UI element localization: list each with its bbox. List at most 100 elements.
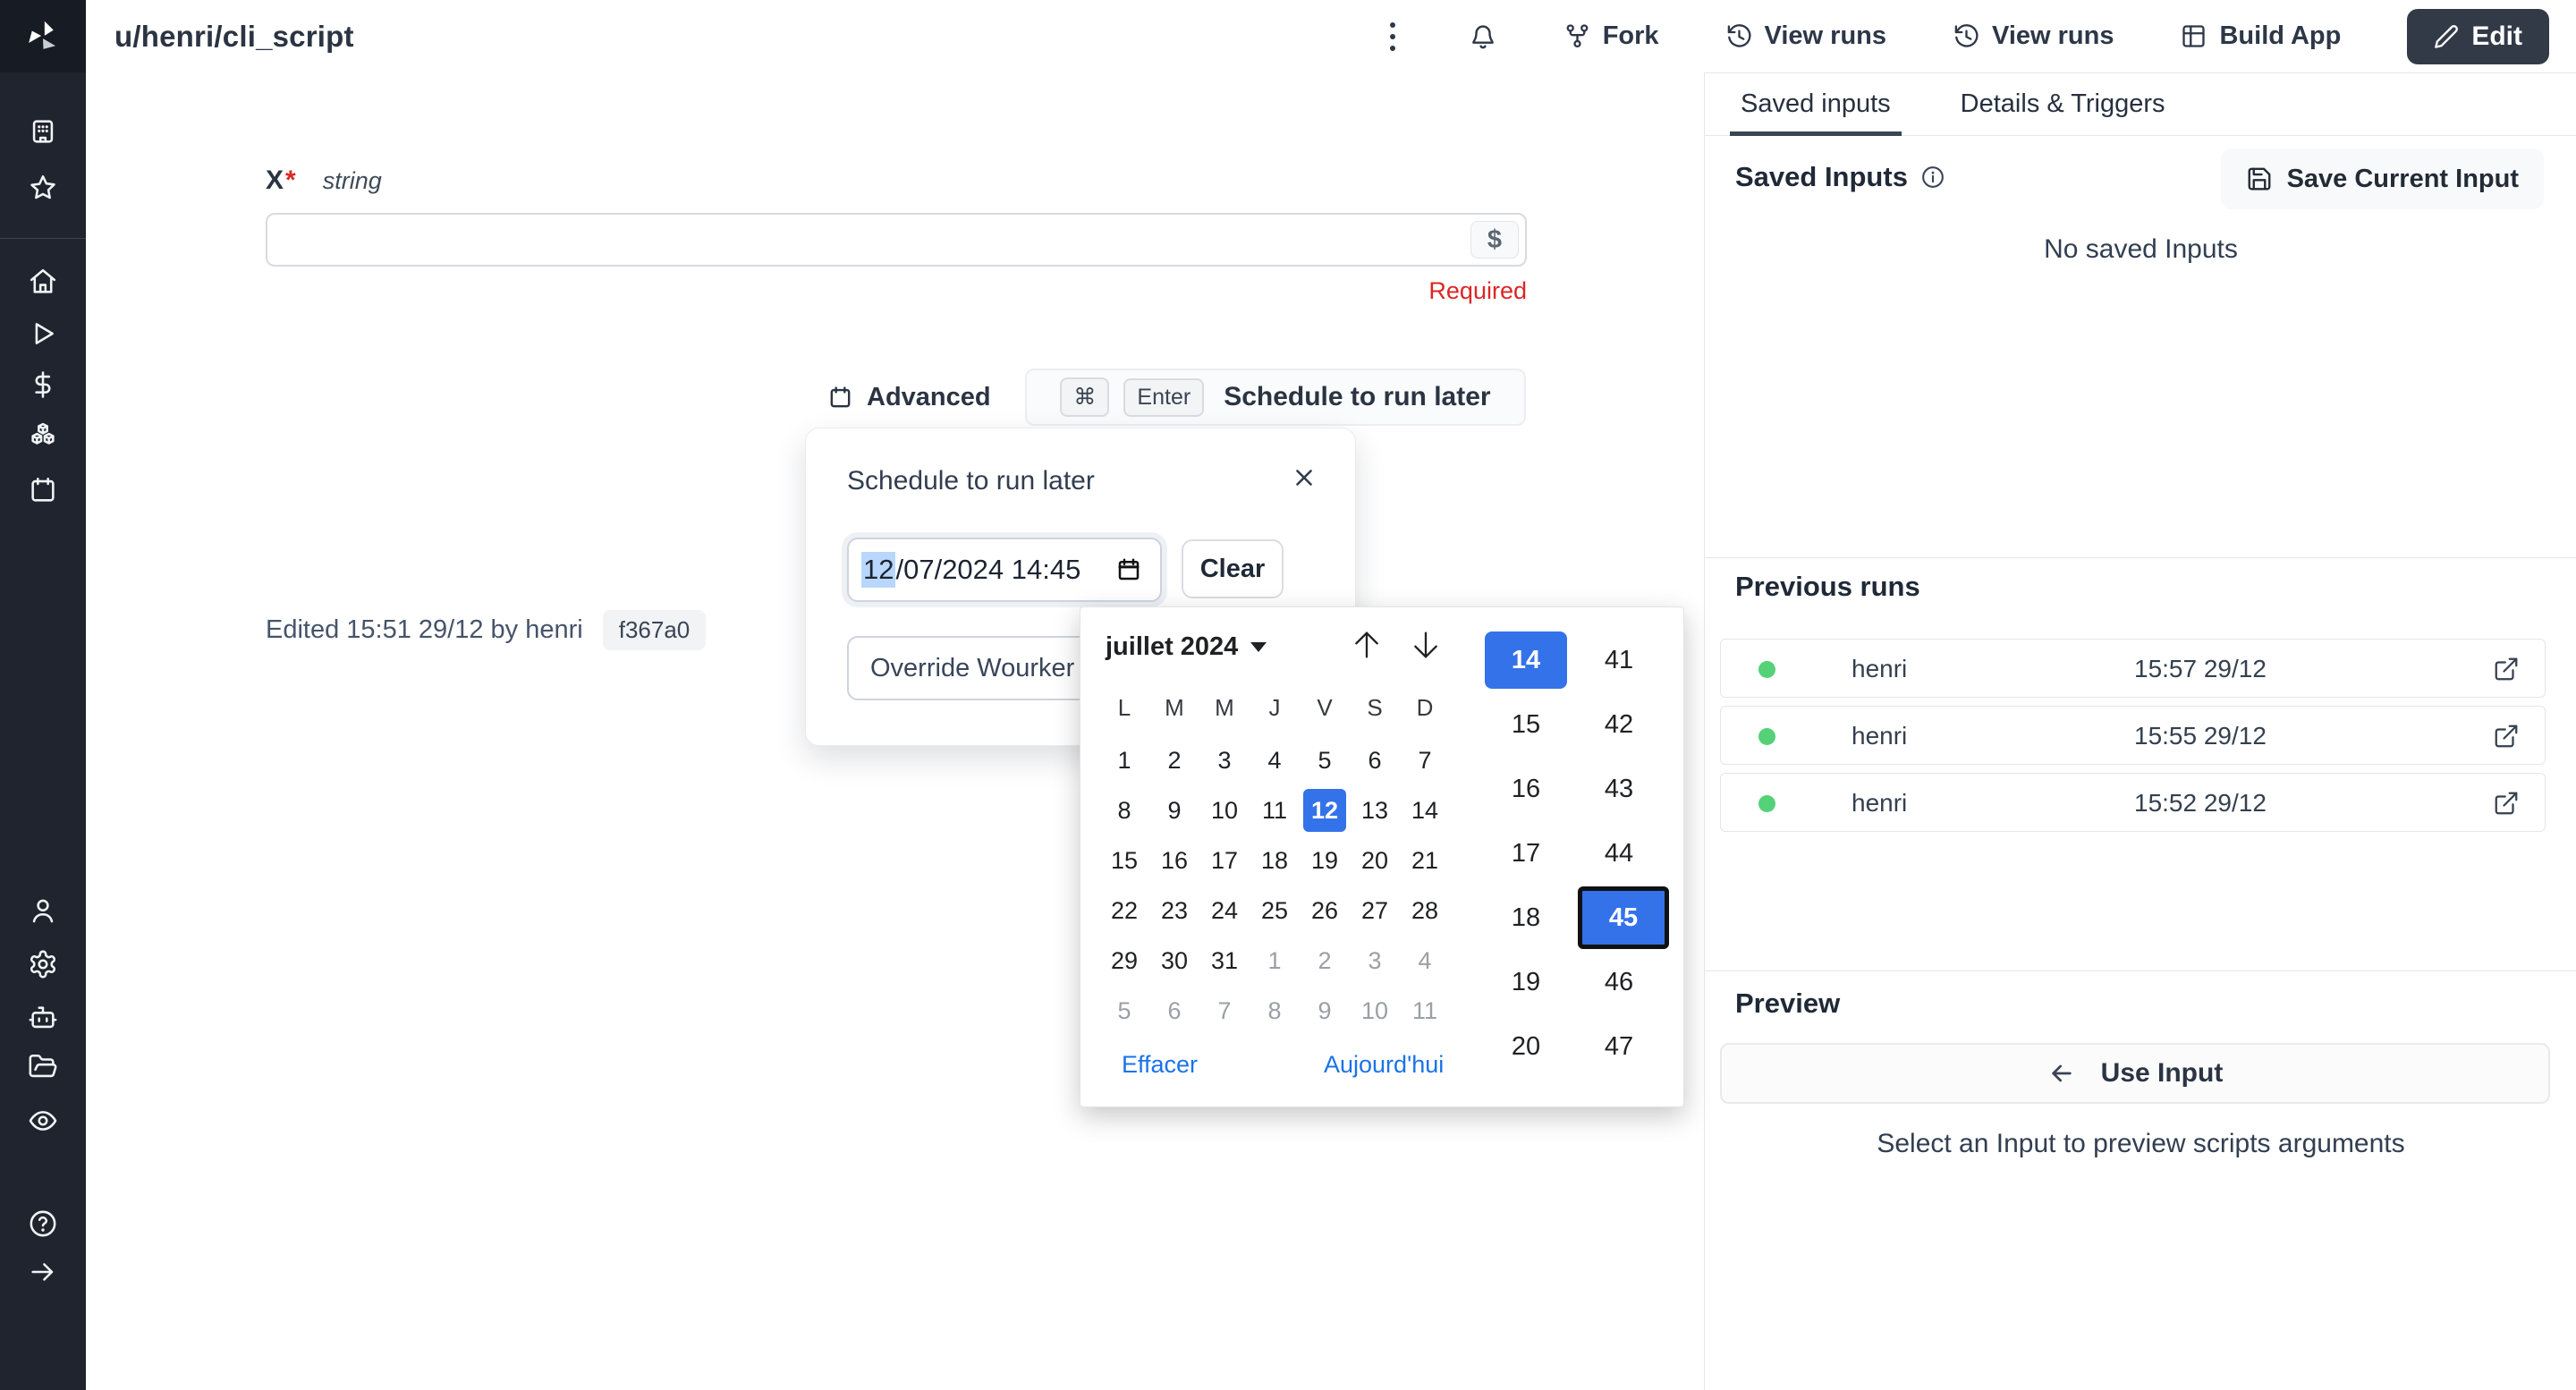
calendar-day[interactable]: 19 [1300, 835, 1350, 886]
hour-option[interactable]: 19 [1485, 950, 1567, 1014]
calendar-day[interactable]: 6 [1350, 735, 1400, 785]
audit-eye-icon[interactable] [28, 1106, 58, 1136]
workspaces-icon[interactable] [28, 116, 58, 147]
minute-option[interactable]: 42 [1578, 692, 1660, 757]
next-month-arrow[interactable] [1408, 623, 1444, 666]
minute-option[interactable]: 47 [1578, 1014, 1660, 1079]
calendar-day[interactable]: 23 [1149, 886, 1199, 936]
calendar-day[interactable]: 27 [1350, 886, 1400, 936]
calendar-day[interactable]: 18 [1250, 835, 1300, 886]
minute-option[interactable]: 45 [1578, 886, 1669, 949]
home-icon[interactable] [28, 267, 58, 297]
edit-button[interactable]: Edit [2407, 9, 2549, 64]
minute-option[interactable]: 41 [1578, 628, 1660, 692]
calendar-day[interactable]: 15 [1099, 835, 1149, 886]
calendar-day[interactable]: 9 [1149, 785, 1199, 835]
previous-month-arrow[interactable] [1349, 623, 1385, 666]
calendar-day[interactable]: 31 [1199, 936, 1250, 986]
close-icon[interactable] [1291, 464, 1318, 491]
picker-clear-link[interactable]: Effacer [1122, 1051, 1198, 1079]
calendar-day[interactable]: 22 [1099, 886, 1149, 936]
calendar-day[interactable]: 10 [1199, 785, 1250, 835]
hour-option[interactable]: 18 [1485, 886, 1567, 950]
calendar-day[interactable]: 1 [1099, 735, 1149, 785]
calendar-day[interactable]: 17 [1199, 835, 1250, 886]
fork-button[interactable]: Fork [1563, 21, 1659, 51]
resources-boxes-icon[interactable] [28, 420, 58, 450]
calendar-day[interactable]: 4 [1400, 936, 1450, 986]
calendar-day[interactable]: 11 [1250, 785, 1300, 835]
month-dropdown[interactable]: juillet 2024 [1106, 632, 1267, 662]
calendar-day[interactable]: 24 [1199, 886, 1250, 936]
calendar-day[interactable]: 28 [1400, 886, 1450, 936]
calendar-day[interactable]: 14 [1400, 785, 1450, 835]
advanced-toggle[interactable]: Advanced [827, 383, 991, 412]
clear-datetime-button[interactable]: Clear [1182, 539, 1284, 598]
external-link-icon[interactable] [2493, 656, 2520, 682]
use-input-button[interactable]: Use Input [1720, 1043, 2550, 1104]
calendar-day[interactable]: 25 [1250, 886, 1300, 936]
calendar-day[interactable]: 30 [1149, 936, 1199, 986]
hour-option[interactable]: 15 [1485, 692, 1567, 757]
windmill-logo[interactable] [0, 0, 86, 72]
notifications-bell-icon[interactable] [1469, 22, 1497, 51]
calendar-day[interactable]: 12 [1303, 789, 1346, 832]
calendar-day[interactable]: 11 [1400, 986, 1450, 1036]
save-current-input-button[interactable]: Save Current Input [2221, 148, 2544, 209]
calendar-day[interactable]: 3 [1350, 936, 1400, 986]
minute-option[interactable]: 44 [1578, 821, 1660, 886]
build-app-button[interactable]: Build App [2180, 21, 2341, 51]
calendar-day[interactable]: 8 [1099, 785, 1149, 835]
minute-option[interactable]: 43 [1578, 757, 1660, 821]
calendar-day[interactable]: 7 [1199, 986, 1250, 1036]
more-menu-button[interactable] [1383, 19, 1402, 55]
calendar-day[interactable]: 10 [1350, 986, 1400, 1036]
calendar-day[interactable]: 29 [1099, 936, 1149, 986]
hour-option[interactable]: 16 [1485, 757, 1567, 821]
picker-today-link[interactable]: Aujourd'hui [1324, 1051, 1444, 1079]
external-link-icon[interactable] [2493, 790, 2520, 817]
hour-option[interactable]: 17 [1485, 821, 1567, 886]
workers-robot-icon[interactable] [28, 1003, 58, 1033]
calendar-day[interactable]: 16 [1149, 835, 1199, 886]
calendar-day[interactable]: 20 [1350, 835, 1400, 886]
calendar-day[interactable]: 6 [1149, 986, 1199, 1036]
variables-dollar-icon[interactable] [28, 369, 58, 400]
calendar-picker-icon[interactable] [1115, 556, 1142, 583]
calendar-day[interactable]: 26 [1300, 886, 1350, 936]
info-icon[interactable] [1920, 165, 1945, 190]
calendar-day[interactable]: 1 [1250, 936, 1300, 986]
runs-play-icon[interactable] [28, 318, 58, 349]
schedules-calendar-icon[interactable] [28, 475, 58, 505]
help-icon[interactable] [28, 1208, 58, 1239]
datetime-input[interactable]: 12/07/2024 14:45 [847, 538, 1162, 602]
hour-option[interactable]: 20 [1485, 1014, 1567, 1079]
tab-saved-inputs[interactable]: Saved inputs [1735, 73, 1896, 136]
hour-option[interactable]: 14 [1485, 631, 1567, 689]
calendar-day[interactable]: 13 [1350, 785, 1400, 835]
settings-gear-icon[interactable] [28, 949, 58, 979]
expand-arrow-icon[interactable] [28, 1257, 58, 1287]
run-row-1[interactable]: henri 15:57 29/12 [1720, 639, 2546, 698]
x-string-input[interactable]: $ [266, 213, 1527, 267]
calendar-day[interactable]: 2 [1300, 936, 1350, 986]
calendar-day[interactable]: 5 [1099, 986, 1149, 1036]
calendar-day[interactable]: 9 [1300, 986, 1350, 1036]
tab-details-triggers[interactable]: Details & Triggers [1955, 73, 2171, 136]
run-row-2[interactable]: henri 15:55 29/12 [1720, 706, 2546, 765]
calendar-day[interactable]: 7 [1400, 735, 1450, 785]
view-runs-button-1[interactable]: View runs [1725, 21, 1886, 51]
favorites-star-icon[interactable] [28, 173, 58, 203]
version-hash-badge[interactable]: f367a0 [603, 610, 707, 650]
view-runs-button-2[interactable]: View runs [1953, 21, 2114, 51]
users-icon[interactable] [28, 895, 58, 926]
external-link-icon[interactable] [2493, 723, 2520, 750]
folders-icon[interactable] [28, 1052, 58, 1082]
calendar-day[interactable]: 2 [1149, 735, 1199, 785]
calendar-day[interactable]: 3 [1199, 735, 1250, 785]
variable-picker-button[interactable]: $ [1470, 221, 1519, 259]
minute-option[interactable]: 46 [1578, 950, 1660, 1014]
run-row-3[interactable]: henri 15:52 29/12 [1720, 773, 2546, 832]
schedule-run-later-button[interactable]: ⌘ Enter Schedule to run later [1025, 369, 1526, 426]
calendar-day[interactable]: 5 [1300, 735, 1350, 785]
